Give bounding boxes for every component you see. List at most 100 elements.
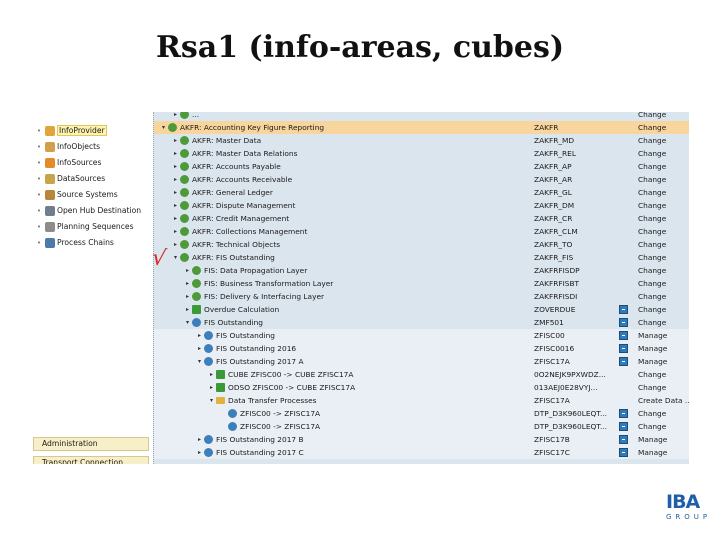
tree-row[interactable]: ▸ AKFR: Collections Management ZAKFR_CLM Ch… [154, 225, 689, 238]
tree-row-action[interactable]: Change [638, 264, 666, 277]
tree-row[interactable]: ZFISC00 -> ZFISC17A DTP_D3K960LEQT... Chan… [154, 407, 689, 420]
tree-row-action[interactable]: Change [638, 225, 666, 238]
tree-row-action[interactable]: Change [638, 212, 666, 225]
tree-row-action[interactable]: Manage [638, 446, 667, 459]
expand-right-icon[interactable]: ▸ [184, 306, 191, 313]
tree-row[interactable]: ▸ AKFR: Credit Management ZAKFR_CR Change [154, 212, 689, 225]
tree-row-action[interactable]: Change [638, 186, 666, 199]
tree-row[interactable]: ▸ CUBE ZFISC00 -> CUBE ZFISC17A 0O2NEJK9PX… [154, 368, 689, 381]
tree-row[interactable]: ▸ AKFR: Master Data Relations ZAKFR_REL Cha… [154, 147, 689, 160]
monitor-icon[interactable] [619, 422, 628, 431]
tree-row[interactable]: ▸ Overdue Calculation ZOVERDUE Change [154, 303, 689, 316]
tree-row-action[interactable]: Change [638, 160, 666, 173]
expand-right-icon[interactable]: ▸ [172, 215, 179, 222]
monitor-icon[interactable] [619, 409, 628, 418]
tree-row-action[interactable]: Manage [638, 342, 667, 355]
tree-row-action[interactable]: Change [638, 303, 666, 316]
expand-right-icon[interactable]: ▸ [172, 176, 179, 183]
tree-row-action[interactable]: Change [638, 277, 666, 290]
nav-item-process-chains[interactable]: • Process Chains [35, 236, 147, 249]
tree-row[interactable]: ▾ FIS Outstanding 2017 A ZFISC17A Manage [154, 355, 689, 368]
tree-row[interactable]: ▸ FIS Outstanding 2017 C ZFISC17C Manage [154, 446, 689, 459]
expand-right-icon[interactable]: ▸ [172, 112, 179, 118]
nav-item-source-systems[interactable]: • Source Systems [35, 188, 147, 201]
tree-row[interactable]: ▸ AKFR: Master Data ZAKFR_MD Change [154, 134, 689, 147]
expand-right-icon[interactable]: ▸ [208, 371, 215, 378]
tree-row-action[interactable]: Change [638, 381, 666, 394]
tree-row[interactable]: ▸ AKFR: Dispute Management ZAKFR_DM Change [154, 199, 689, 212]
tree-row-action[interactable]: Change [638, 407, 666, 420]
tree-row-action[interactable]: Change [638, 121, 666, 134]
expand-right-icon[interactable]: ▸ [172, 163, 179, 170]
expand-down-icon[interactable]: ▾ [184, 319, 191, 326]
tree-row-action[interactable]: Change [638, 173, 666, 186]
expand-right-icon[interactable]: ▸ [172, 241, 179, 248]
tree-row[interactable]: ▸ ODSO ZFISC00 -> CUBE ZFISC17A 013AEJ0E28… [154, 381, 689, 394]
tree-row-action[interactable]: Change [638, 290, 666, 303]
tree-row-label: FIS: Data Propagation Layer [204, 266, 308, 275]
tree-row[interactable]: ▸... Change [154, 112, 689, 121]
expand-down-icon[interactable]: ▾ [160, 124, 167, 131]
tree-row[interactable]: ▸ AKFR: Accounts Receivable ZAKFR_AR Change [154, 173, 689, 186]
nav-item-datasources[interactable]: • DataSources [35, 172, 147, 185]
tree-row[interactable]: ▸ AKFR: General Ledger ZAKFR_GL Change [154, 186, 689, 199]
expand-down-icon[interactable]: ▾ [172, 254, 179, 261]
nav-item-infoobjects[interactable]: • InfoObjects [35, 140, 147, 153]
tree-row[interactable]: ▸ FIS: Business Transformation Layer ZAKFR… [154, 277, 689, 290]
tree-row-action[interactable]: Change [638, 368, 666, 381]
expand-right-icon[interactable]: ▸ [196, 436, 203, 443]
expand-right-icon[interactable]: ▸ [172, 150, 179, 157]
monitor-icon[interactable] [619, 344, 628, 353]
tree-row-action[interactable]: Change [638, 251, 666, 264]
tree-row[interactable]: ▾ AKFR: Accounting Key Figure Reporting ZA… [154, 121, 689, 134]
expand-right-icon[interactable]: ▸ [184, 293, 191, 300]
nav-item-infoprovider[interactable]: • InfoProvider [35, 124, 147, 137]
tree-row-action[interactable]: Change [638, 199, 666, 212]
expand-right-icon[interactable]: ▸ [196, 449, 203, 456]
tree-row-action[interactable]: Change [638, 420, 666, 433]
expand-right-icon[interactable]: ▸ [196, 345, 203, 352]
nav-item-infosources[interactable]: • InfoSources [35, 156, 147, 169]
expand-right-icon[interactable]: ▸ [172, 137, 179, 144]
tree-row-action[interactable]: Manage [638, 329, 667, 342]
monitor-icon[interactable] [619, 435, 628, 444]
tree-row[interactable]: ▸ AKFR: Technical Objects ZAKFR_TO Change [154, 238, 689, 251]
expand-right-icon[interactable]: ▸ [196, 332, 203, 339]
expand-down-icon[interactable]: ▾ [196, 358, 203, 365]
tree-row[interactable]: ▸ AKFR: Accounts Payable ZAKFR_AP Change [154, 160, 689, 173]
expand-right-icon[interactable]: ▸ [184, 267, 191, 274]
tree-row[interactable]: ▸ FIS Outstanding ZFISC00 Manage [154, 329, 689, 342]
tree-row[interactable]: ▾ Data Transfer Processes ZFISC17A Create D… [154, 394, 689, 407]
tree-row-action[interactable]: Change [638, 134, 666, 147]
monitor-icon[interactable] [619, 448, 628, 457]
nav-item-open-hub-destination[interactable]: • Open Hub Destination [35, 204, 147, 217]
expand-down-icon[interactable]: ▾ [208, 397, 215, 404]
tree-row[interactable]: ZFISC00 -> ZFISC17A DTP_D3K960LEQT... Chan… [154, 420, 689, 433]
monitor-icon[interactable] [619, 357, 628, 366]
tree-row-action[interactable]: Change [638, 112, 666, 121]
tree-row-action[interactable]: Change [638, 316, 666, 329]
tree-row-action[interactable]: Manage [638, 433, 667, 446]
expand-right-icon[interactable]: ▸ [172, 202, 179, 209]
nav-transport-connection[interactable]: Transport Connection [33, 456, 149, 464]
tree-row-action[interactable]: Manage [638, 355, 667, 368]
tree-row[interactable]: ▸ FIS: Delivery & Interfacing Layer ZAKFRF… [154, 290, 689, 303]
tree-row-action[interactable]: Change [638, 238, 666, 251]
expand-right-icon[interactable]: ▸ [184, 280, 191, 287]
monitor-icon[interactable] [619, 305, 628, 314]
expand-right-icon[interactable]: ▸ [172, 228, 179, 235]
expand-right-icon[interactable]: ▸ [208, 384, 215, 391]
tree-row[interactable]: ▸ FIS: Data Propagation Layer ZAKFRFISDP Ch… [154, 264, 689, 277]
nav-item-planning-sequences[interactable]: • Planning Sequences [35, 220, 147, 233]
tree-row[interactable]: ▾ AKFR: FIS Outstanding ZAKFR_FIS Change [154, 251, 689, 264]
tree-row[interactable]: ▸ FIS Outstanding 2017 B ZFISC17B Manage [154, 433, 689, 446]
tree-row-action[interactable]: Create Data ... [638, 394, 689, 407]
monitor-icon[interactable] [619, 331, 628, 340]
expand-right-icon[interactable]: ▸ [172, 189, 179, 196]
tree-row[interactable]: ▸ FIS Outstanding 2016 ZFISC0016 Manage [154, 342, 689, 355]
logo-big: IBA [666, 491, 700, 513]
tree-row[interactable]: ▾ FIS Outstanding ZMF501 Change [154, 316, 689, 329]
monitor-icon[interactable] [619, 318, 628, 327]
nav-administration[interactable]: Administration [33, 437, 149, 451]
tree-row-action[interactable]: Change [638, 147, 666, 160]
